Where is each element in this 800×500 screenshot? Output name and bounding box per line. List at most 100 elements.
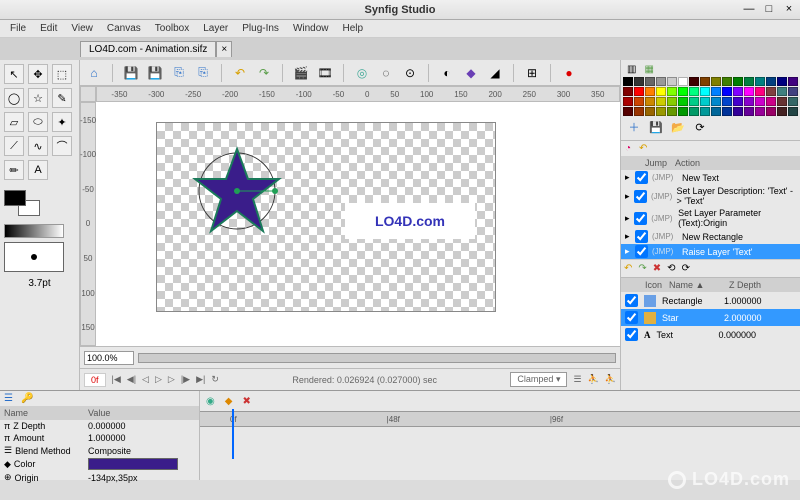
history-check[interactable] bbox=[635, 171, 648, 184]
text-layer[interactable]: LO4D.com bbox=[345, 203, 475, 239]
tool-7[interactable]: ⬭ bbox=[28, 112, 48, 132]
palette-cell[interactable] bbox=[722, 97, 732, 106]
palette-cell[interactable] bbox=[777, 97, 787, 106]
tool-8[interactable]: ✦ bbox=[52, 112, 72, 132]
param-row[interactable]: ⊕Origin-134px,35px bbox=[0, 471, 199, 484]
record-icon[interactable]: ● bbox=[559, 63, 579, 83]
palette-cell[interactable] bbox=[711, 77, 721, 86]
seek-back-icon[interactable]: ◁ bbox=[142, 374, 149, 385]
palette-cell[interactable] bbox=[634, 107, 644, 116]
fg-color[interactable] bbox=[4, 190, 26, 206]
palette-add-icon[interactable]: ＋ bbox=[626, 119, 642, 135]
palette-cell[interactable] bbox=[722, 77, 732, 86]
close-button[interactable]: × bbox=[782, 3, 796, 17]
history-check[interactable] bbox=[635, 230, 648, 243]
menu-file[interactable]: File bbox=[4, 21, 32, 36]
palette-cell[interactable] bbox=[766, 97, 776, 106]
palette-cell[interactable] bbox=[744, 97, 754, 106]
palette-cell[interactable] bbox=[700, 87, 710, 96]
palette-cell[interactable] bbox=[645, 97, 655, 106]
param-row[interactable]: ☰Blend MethodComposite bbox=[0, 444, 199, 457]
palette-cell[interactable] bbox=[788, 77, 798, 86]
palette-cell[interactable] bbox=[678, 107, 688, 116]
palette-cell[interactable] bbox=[755, 97, 765, 106]
palette-cell[interactable] bbox=[667, 87, 677, 96]
palette-cell[interactable] bbox=[766, 77, 776, 86]
palette-cell[interactable] bbox=[733, 107, 743, 116]
clear-redo-icon[interactable]: ⟲ bbox=[667, 263, 675, 274]
brush-preview[interactable] bbox=[4, 242, 64, 272]
document-tab[interactable]: LO4D.com - Animation.sifz bbox=[80, 41, 216, 57]
star-shape[interactable] bbox=[187, 141, 287, 241]
palette-cell[interactable] bbox=[711, 107, 721, 116]
palette-cell[interactable] bbox=[700, 107, 710, 116]
palette-cell[interactable] bbox=[634, 77, 644, 86]
palette-cell[interactable] bbox=[656, 97, 666, 106]
tool-11[interactable]: ⌒ bbox=[52, 136, 72, 156]
palette-cell[interactable] bbox=[777, 77, 787, 86]
history-check[interactable] bbox=[635, 245, 648, 258]
palette-cell[interactable] bbox=[656, 87, 666, 96]
palette-cell[interactable] bbox=[711, 87, 721, 96]
preview-icon[interactable]: 🎞 bbox=[315, 63, 335, 83]
history-row[interactable]: ▸(JMP)New Rectangle bbox=[621, 229, 800, 244]
palette-cell[interactable] bbox=[689, 77, 699, 86]
palette-cell[interactable] bbox=[755, 107, 765, 116]
palette-cell[interactable] bbox=[744, 87, 754, 96]
seek-fwd-icon[interactable]: ▷ bbox=[168, 374, 175, 385]
param-row[interactable]: ◆Color bbox=[0, 457, 199, 471]
render-icon[interactable]: 🎬 bbox=[291, 63, 311, 83]
menu-toolbox[interactable]: Toolbox bbox=[149, 21, 195, 36]
palette-cell[interactable] bbox=[645, 77, 655, 86]
palette-cell[interactable] bbox=[645, 107, 655, 116]
history-tab2-icon[interactable]: ↶ bbox=[639, 143, 647, 154]
color-swatch[interactable] bbox=[4, 190, 44, 220]
palette-cell[interactable] bbox=[656, 77, 666, 86]
palette-cell[interactable] bbox=[722, 87, 732, 96]
palette-cell[interactable] bbox=[700, 77, 710, 86]
palette-cell[interactable] bbox=[689, 87, 699, 96]
tool-3[interactable]: ◯ bbox=[4, 88, 24, 108]
menu-view[interactable]: View bbox=[65, 21, 99, 36]
tab-close-button[interactable]: × bbox=[216, 41, 232, 57]
palette-cell[interactable] bbox=[667, 97, 677, 106]
tool-1[interactable]: ✥ bbox=[28, 64, 48, 84]
clear-all-icon[interactable]: ⟳ bbox=[682, 263, 690, 274]
menu-edit[interactable]: Edit bbox=[34, 21, 63, 36]
tool-10[interactable]: ∿ bbox=[28, 136, 48, 156]
redo2-icon[interactable]: ↷ bbox=[638, 263, 646, 274]
save-as-icon[interactable]: 💾 bbox=[145, 63, 165, 83]
timeline-cursor[interactable] bbox=[232, 409, 234, 459]
palette-cell[interactable] bbox=[788, 97, 798, 106]
palette-cell[interactable] bbox=[634, 97, 644, 106]
palette-cell[interactable] bbox=[733, 77, 743, 86]
palette-cell[interactable] bbox=[766, 87, 776, 96]
timeline-kf3-icon[interactable]: ✖ bbox=[242, 396, 250, 407]
palette-cell[interactable] bbox=[766, 107, 776, 116]
palette-cell[interactable] bbox=[623, 97, 633, 106]
animate-mode-icon[interactable]: ⛹ bbox=[588, 374, 599, 385]
palette-cell[interactable] bbox=[678, 87, 688, 96]
clear-undo-icon[interactable]: ✖ bbox=[653, 263, 661, 274]
layer-row[interactable]: Star2.000000 bbox=[621, 309, 800, 326]
param-row[interactable]: πAmount1.000000 bbox=[0, 432, 199, 444]
history-row[interactable]: ▸(JMP)Set Layer Parameter (Text):Origin bbox=[621, 207, 800, 229]
undo2-icon[interactable]: ↶ bbox=[624, 263, 632, 274]
tool-12[interactable]: ✏ bbox=[4, 160, 24, 180]
layer-visible[interactable] bbox=[625, 328, 638, 341]
palette-default-icon[interactable]: ⟳ bbox=[692, 119, 708, 135]
onion-icon[interactable]: ◎ bbox=[352, 63, 372, 83]
layer-row[interactable]: AText0.000000 bbox=[621, 326, 800, 343]
palette-cell[interactable] bbox=[711, 97, 721, 106]
quality-icon[interactable]: ◐ bbox=[437, 63, 457, 83]
palette-cell[interactable] bbox=[623, 87, 633, 96]
palette-cell[interactable] bbox=[667, 77, 677, 86]
minimize-button[interactable]: — bbox=[742, 3, 756, 17]
redo-icon[interactable]: ↷ bbox=[254, 63, 274, 83]
tool-13[interactable]: A bbox=[28, 160, 48, 180]
params-tab-icon[interactable]: ☰ bbox=[4, 393, 13, 404]
tool-2[interactable]: ⬚ bbox=[52, 64, 72, 84]
loop-icon[interactable]: ↻ bbox=[211, 374, 219, 385]
palette-cell[interactable] bbox=[689, 107, 699, 116]
palette-cell[interactable] bbox=[788, 87, 798, 96]
